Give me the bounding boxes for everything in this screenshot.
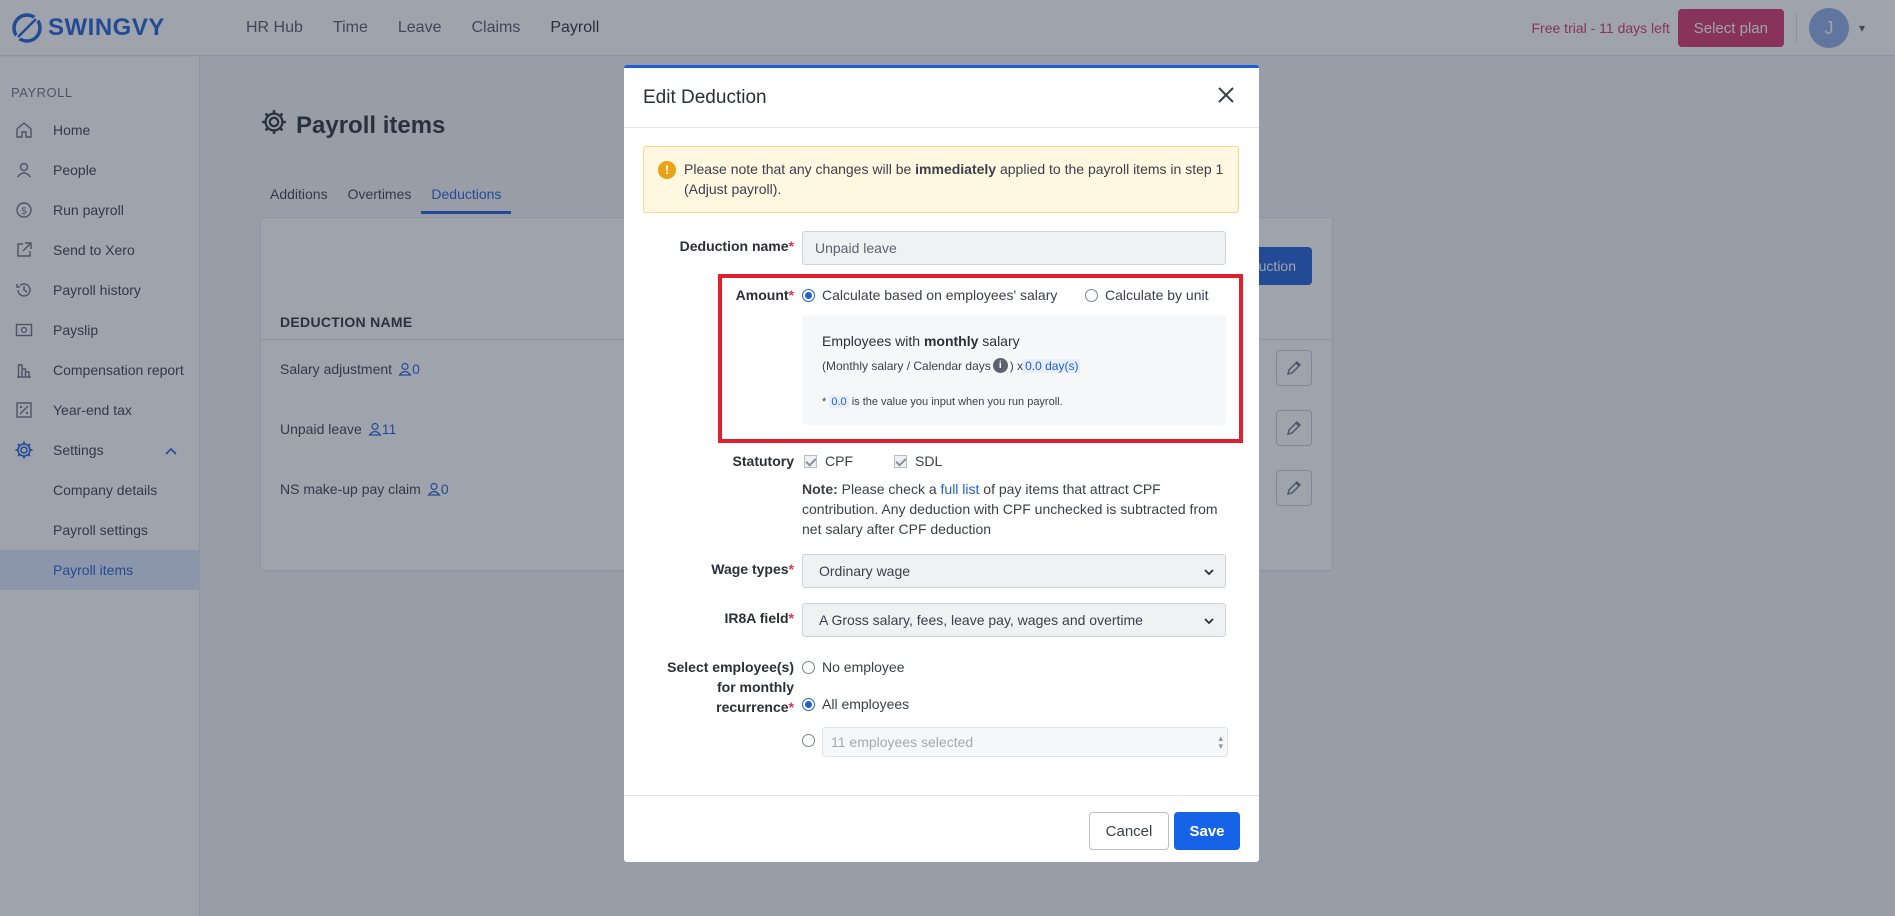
recurrence-option-all[interactable]: All employees (802, 696, 909, 712)
warning-icon: ! (658, 161, 676, 179)
statutory-label: Statutory (732, 453, 794, 469)
cancel-button[interactable]: Cancel (1089, 812, 1169, 850)
chevron-down-icon (1203, 565, 1215, 581)
label-line: recurrence (716, 699, 789, 715)
modal-title: Edit Deduction (643, 86, 767, 108)
note-bold: Note: (802, 481, 838, 497)
checkbox-checked[interactable] (804, 454, 817, 468)
select-value: Ordinary wage (819, 563, 911, 579)
recurrence-option-selected[interactable] (802, 734, 822, 747)
alert-text-bold: immediately (915, 161, 997, 177)
label-text: Wage types (711, 561, 789, 577)
deduction-name-input[interactable]: Unpaid leave (802, 231, 1226, 265)
checkbox-label: CPF (825, 453, 853, 469)
chevron-down-icon (1203, 614, 1215, 630)
select-value: A Gross salary, fees, leave pay, wages a… (819, 612, 1143, 628)
label-text: Deduction name (679, 238, 789, 254)
required-marker: * (788, 699, 794, 715)
edit-deduction-modal: Edit Deduction ! Please note that any ch… (624, 65, 1259, 862)
alert-text-start: Please note that any changes will be (684, 161, 916, 177)
radio-unselected[interactable] (802, 734, 815, 747)
recurrence-option-none[interactable]: No employee (802, 659, 905, 675)
multiselect-placeholder: 11 employees selected (831, 734, 974, 750)
modal-header: Edit Deduction (624, 68, 1259, 128)
updown-arrows-icon: ▴ ▾ (1218, 733, 1223, 751)
save-button[interactable]: Save (1174, 812, 1240, 850)
wage-types-select[interactable]: Ordinary wage (802, 554, 1226, 588)
recurrence-label: Select employee(s) for monthly recurrenc… (644, 657, 794, 717)
option-label: All employees (822, 696, 910, 712)
sdl-checkbox[interactable]: SDL (894, 453, 942, 469)
cpf-checkbox[interactable]: CPF (804, 453, 853, 469)
cpf-note: Note: Please check a full list of pay it… (802, 479, 1232, 539)
warning-alert: ! Please note that any changes will be i… (643, 146, 1239, 213)
employee-multiselect[interactable]: 11 employees selected ▴ ▾ (822, 727, 1228, 757)
required-marker: * (788, 561, 794, 577)
option-label: No employee (822, 659, 905, 675)
required-marker: * (788, 610, 794, 626)
highlight-box (718, 274, 1243, 443)
deduction-name-value: Unpaid leave (815, 240, 897, 256)
full-list-link[interactable]: full list (941, 481, 980, 497)
radio-unselected[interactable] (802, 660, 815, 674)
wage-types-label: Wage types* (644, 561, 794, 577)
close-icon[interactable] (1213, 82, 1239, 108)
checkbox-label: SDL (915, 453, 943, 469)
checkbox-checked[interactable] (894, 454, 907, 468)
label-text: IR8A field (724, 610, 789, 626)
divider (624, 795, 1259, 796)
required-marker: * (788, 238, 794, 254)
radio-selected[interactable] (802, 697, 815, 711)
deduction-name-label: Deduction name* (644, 238, 794, 254)
label-line: for monthly (717, 679, 794, 695)
label-line: Select employee(s) (667, 659, 794, 675)
ir8a-field-select[interactable]: A Gross salary, fees, leave pay, wages a… (802, 603, 1226, 637)
note-text: Please check a (837, 481, 941, 497)
ir8a-field-label: IR8A field* (644, 610, 795, 626)
